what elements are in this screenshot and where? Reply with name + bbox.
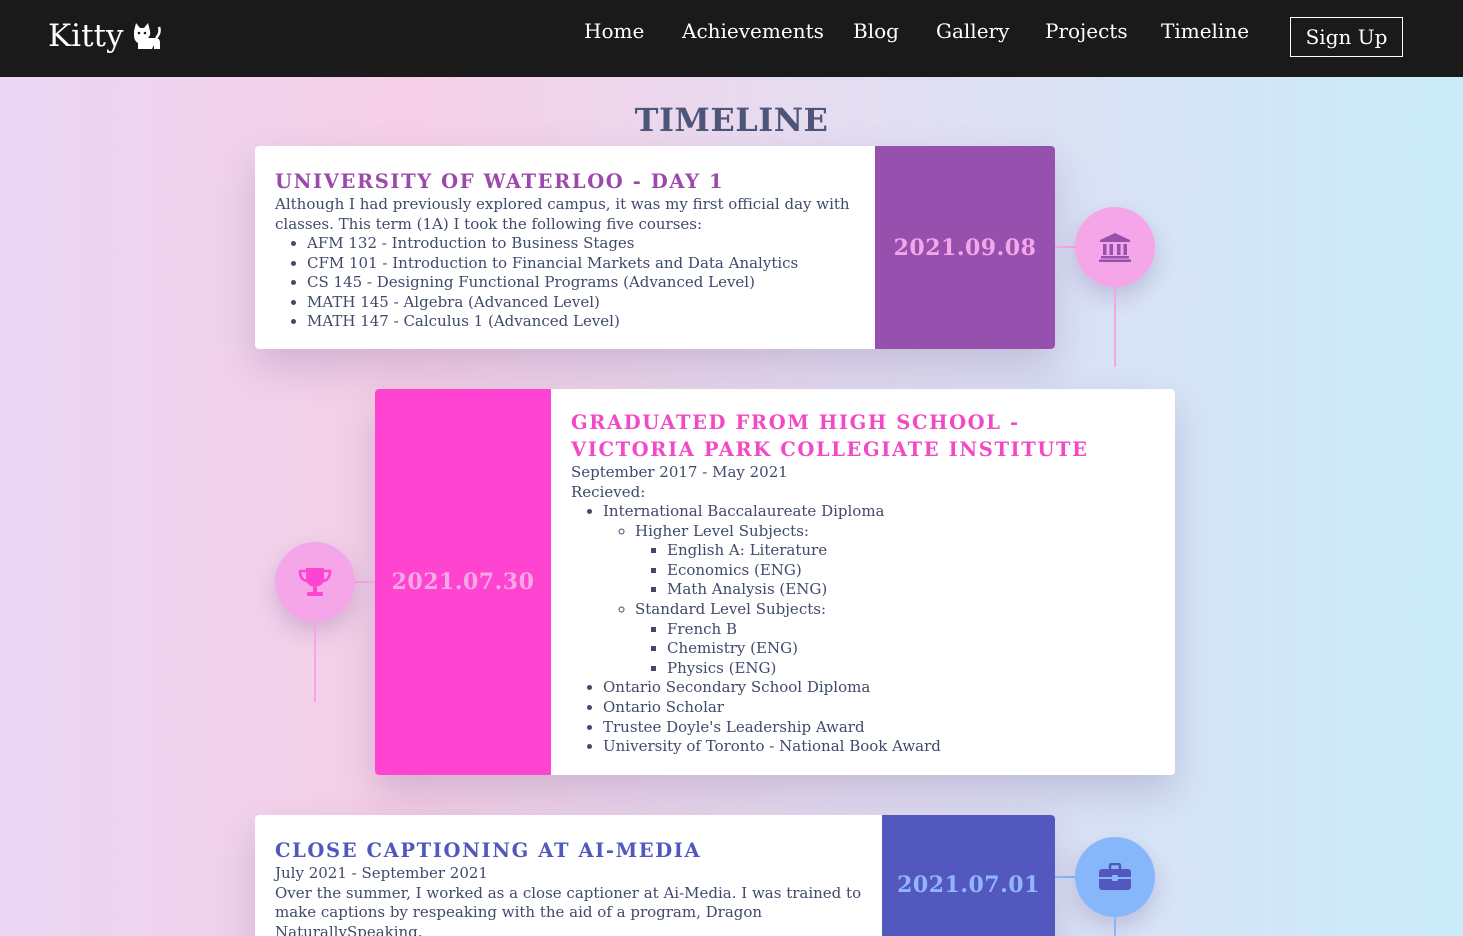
nav-blog[interactable]: Blog: [853, 19, 899, 43]
list-item: Ontario Secondary School Diploma: [603, 678, 1131, 698]
list-item: CS 145 - Designing Functional Programs (…: [307, 273, 855, 293]
award-list: International Baccalaureate Diploma High…: [571, 502, 1131, 757]
event-period: September 2017 - May 2021: [571, 463, 788, 481]
list-item: CFM 101 - Introduction to Financial Mark…: [307, 254, 855, 274]
timeline-line: [1114, 917, 1116, 936]
sl-label: Standard Level Subjects:: [635, 599, 826, 618]
list-item: Math Analysis (ENG): [667, 580, 1131, 600]
timeline-card-waterloo: UNIVERSITY OF WATERLOO - DAY 1 Although …: [255, 146, 1055, 349]
hl-label: Higher Level Subjects:: [635, 521, 809, 540]
list-item: University of Toronto - National Book Aw…: [603, 737, 1131, 757]
connector-line: [1055, 246, 1076, 248]
event-intro: Although I had previously explored campu…: [275, 195, 850, 233]
event-title: CLOSE CAPTIONING AT AI-MEDIA: [275, 839, 702, 862]
brand-logo[interactable]: Kitty: [48, 18, 162, 54]
ib-label: International Baccalaureate Diploma: [603, 502, 885, 520]
brand-name: Kitty: [48, 18, 124, 54]
timeline-line: [1114, 287, 1116, 367]
connector-line: [1055, 876, 1076, 878]
sign-up-button[interactable]: Sign Up: [1290, 17, 1403, 57]
page-title: TIMELINE: [634, 101, 829, 139]
list-item: Ontario Scholar: [603, 698, 1131, 718]
university-icon: [1099, 233, 1131, 262]
event-date: 2021.09.08: [875, 146, 1055, 349]
event-title: UNIVERSITY OF WATERLOO - DAY 1: [275, 170, 725, 193]
list-item: Chemistry (ENG): [667, 639, 1131, 659]
nav-projects[interactable]: Projects: [1045, 19, 1128, 43]
trophy-icon: [298, 568, 332, 596]
timeline-node: [1075, 837, 1155, 917]
list-item: Higher Level Subjects: English A: Litera…: [635, 522, 1131, 600]
event-title: GRADUATED FROM HIGH SCHOOL - VICTORIA PA…: [571, 411, 1089, 461]
timeline-node: [275, 542, 355, 622]
nav-gallery[interactable]: Gallery: [936, 19, 1009, 43]
list-item: International Baccalaureate Diploma High…: [603, 502, 1131, 678]
course-list: AFM 132 - Introduction to Business Stage…: [275, 234, 855, 332]
received-label: Recieved:: [571, 482, 646, 501]
list-item: MATH 147 - Calculus 1 (Advanced Level): [307, 312, 855, 332]
cat-icon: [133, 23, 161, 49]
nav-home[interactable]: Home: [584, 19, 644, 43]
nav-achievements[interactable]: Achievements: [682, 19, 824, 43]
nav-timeline[interactable]: Timeline: [1161, 19, 1249, 43]
event-date: 2021.07.30: [375, 389, 551, 775]
list-item: AFM 132 - Introduction to Business Stage…: [307, 234, 855, 254]
list-item: Physics (ENG): [667, 659, 1131, 679]
connector-line: [354, 581, 375, 583]
timeline-node: [1075, 207, 1155, 287]
list-item: Trustee Doyle's Leadership Award: [603, 718, 1131, 738]
event-description: Over the summer, I worked as a close cap…: [275, 883, 862, 936]
timeline-card-graduation: 2021.07.30 GRADUATED FROM HIGH SCHOOL - …: [375, 389, 1175, 775]
list-item: Economics (ENG): [667, 561, 1131, 581]
list-item: MATH 145 - Algebra (Advanced Level): [307, 293, 855, 313]
event-date: 2021.07.01: [882, 815, 1055, 936]
list-item: Standard Level Subjects: French B Chemis…: [635, 600, 1131, 678]
timeline-line: [314, 622, 316, 702]
event-period: July 2021 - September 2021: [275, 864, 488, 882]
timeline-card-ai-media: CLOSE CAPTIONING AT AI-MEDIA July 2021 -…: [255, 815, 1055, 936]
list-item: English A: Literature: [667, 541, 1131, 561]
navbar: Kitty Home Achievements Blog Gallery Pro…: [0, 0, 1463, 77]
list-item: French B: [667, 620, 1131, 640]
briefcase-icon: [1099, 863, 1131, 890]
